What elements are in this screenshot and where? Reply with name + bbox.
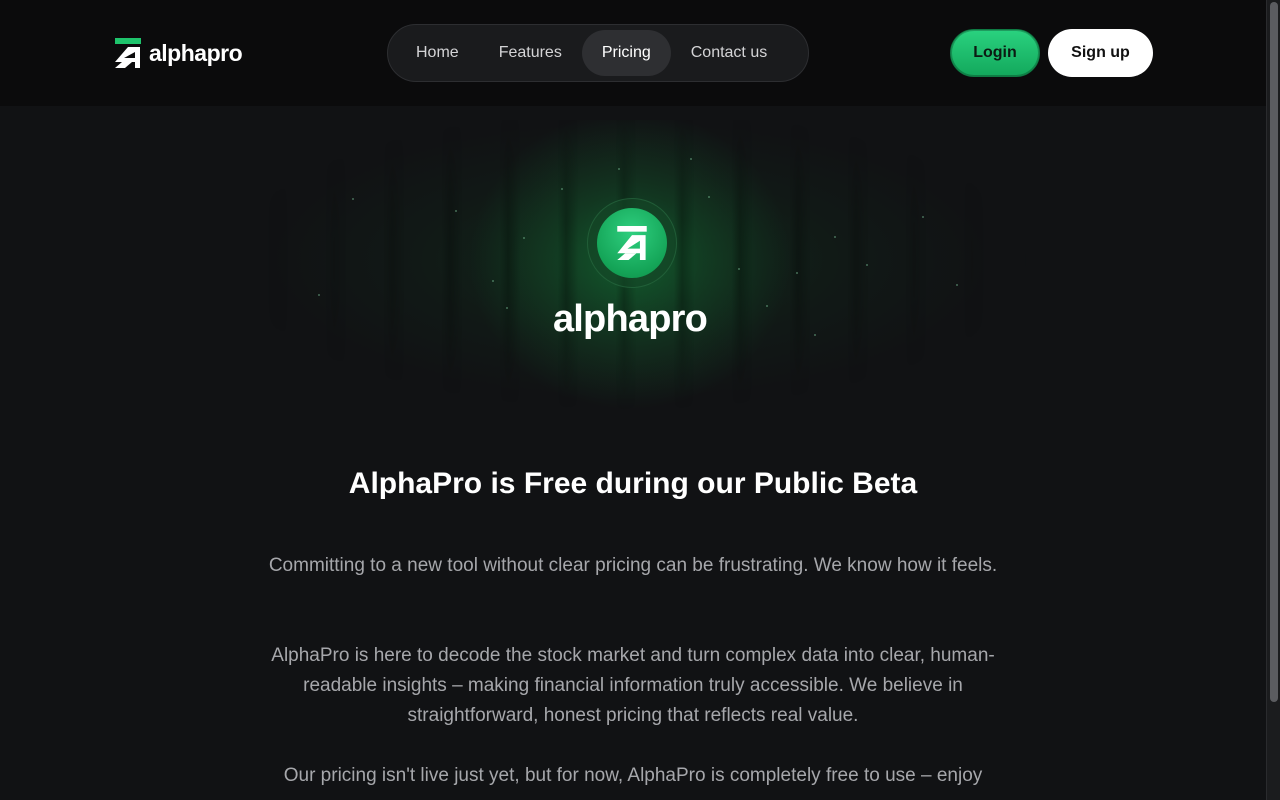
scrollbar-thumb[interactable] xyxy=(1270,2,1278,702)
hero-particle xyxy=(690,158,692,160)
hero-particle xyxy=(523,237,525,239)
hero-particle xyxy=(455,210,457,212)
hero-particle xyxy=(738,268,740,270)
pricing-status-paragraph: Our pricing isn't live just yet, but for… xyxy=(283,765,983,786)
intro-paragraph: Committing to a new tool without clear p… xyxy=(268,555,998,576)
hero-particle xyxy=(922,216,924,218)
page-title: AlphaPro is Free during our Public Beta xyxy=(348,467,918,500)
mission-paragraph: AlphaPro is here to decode the stock mar… xyxy=(271,645,995,726)
hero-logo-badge xyxy=(597,208,667,278)
alphapro-logo-icon xyxy=(115,38,141,68)
nav-item-features[interactable]: Features xyxy=(479,30,582,76)
hero-section: alphapro xyxy=(230,120,1030,410)
login-button[interactable]: Login xyxy=(950,29,1040,77)
nav-item-home[interactable]: Home xyxy=(396,30,479,76)
nav-item-contact[interactable]: Contact us xyxy=(671,30,787,76)
brand-name: alphapro xyxy=(149,39,243,66)
hero-brand-name: alphapro xyxy=(552,298,708,340)
site-header: alphapro Home Features Pricing Contact u… xyxy=(0,0,1266,106)
nav-item-pricing[interactable]: Pricing xyxy=(581,30,671,76)
pricing-page: alphapro Home Features Pricing Contact u… xyxy=(0,0,1280,800)
hero-particle xyxy=(352,198,354,200)
hero-particle xyxy=(834,236,836,238)
hero-particle xyxy=(561,188,563,190)
hero-particle xyxy=(956,284,958,286)
hero-particle xyxy=(318,294,320,296)
brand-link[interactable]: alphapro xyxy=(115,37,243,69)
hero-particle xyxy=(618,168,620,170)
hero-particle xyxy=(796,272,798,274)
signup-button[interactable]: Sign up xyxy=(1048,29,1153,77)
hero-particle xyxy=(492,280,494,282)
hero-particle xyxy=(708,196,710,198)
alphapro-logo-icon xyxy=(617,226,647,260)
hero-particle xyxy=(866,264,868,266)
page-scrollbar[interactable] xyxy=(1266,0,1280,800)
main-nav: Home Features Pricing Contact us xyxy=(387,24,809,82)
